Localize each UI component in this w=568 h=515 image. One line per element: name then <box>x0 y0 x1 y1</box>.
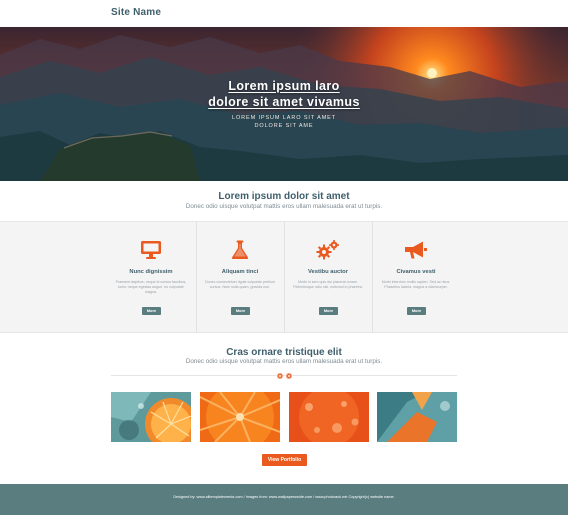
carousel-dot[interactable] <box>286 373 292 379</box>
feature-title: Nunc dignissim <box>129 269 173 275</box>
feature-text: Morbi interdum mollis sapien. Sed ac ris… <box>381 280 451 289</box>
feature-card: Civamus vesti Morbi interdum mollis sapi… <box>372 222 460 332</box>
more-button[interactable]: More <box>319 307 338 315</box>
view-portfolio-button[interactable]: View Portfolio <box>262 454 307 466</box>
site-name[interactable]: Site Name <box>111 7 161 18</box>
feature-title: Civamus vesti <box>396 269 436 275</box>
portfolio-heading: Cras ornare tristique elit <box>226 347 342 358</box>
more-button[interactable]: More <box>231 307 250 315</box>
intro-subheading: Donec odio uisque volutpat mattis eros u… <box>185 203 383 210</box>
portfolio-thumbnail[interactable] <box>200 392 280 442</box>
top-navigation-bar: Site Name <box>0 0 568 27</box>
feature-text: Donec consectetuer ligula vulputate pret… <box>205 280 275 289</box>
hero-title-line-2: dolore sit amet vivamus <box>208 95 360 109</box>
feature-title: Aliquam tinci <box>221 269 259 275</box>
megaphone-icon <box>372 240 460 265</box>
carousel-dot[interactable] <box>277 373 283 379</box>
feature-text: Morbi in sem quis dui placerat ornare. P… <box>293 280 363 289</box>
hero-subtitle-line-2: DOLORE SIT AME <box>254 123 314 129</box>
feature-title: Vestibu auctor <box>308 269 348 275</box>
monitor-icon <box>107 240 195 265</box>
flask-icon <box>196 240 284 265</box>
intro-heading: Lorem ipsum dolor sit amet <box>218 191 350 202</box>
features-section: Nunc dignissim Praesent dapibus, neque i… <box>0 221 568 333</box>
portfolio-thumbnail[interactable] <box>111 392 191 442</box>
feature-card: Vestibu auctor Morbi in sem quis dui pla… <box>284 222 372 332</box>
portfolio-thumbnail[interactable] <box>377 392 457 442</box>
hero-title-line-1: Lorem ipsum laro <box>228 79 340 93</box>
gears-icon <box>284 240 372 265</box>
portfolio-thumbnail[interactable] <box>289 392 369 442</box>
hero-banner: Lorem ipsum laro dolore sit amet vivamus… <box>0 27 568 181</box>
feature-card: Nunc dignissim Praesent dapibus, neque i… <box>107 222 195 332</box>
portfolio-subheading: Donec odio uisque volutpat mattis eros u… <box>185 358 383 365</box>
footer-credits: Designed by: www.alltemplateneeds.com / … <box>173 495 395 499</box>
footer: Designed by: www.alltemplateneeds.com / … <box>0 484 568 515</box>
more-button[interactable]: More <box>142 307 161 315</box>
feature-text: Praesent dapibus, neque id cursus faucib… <box>115 280 187 294</box>
feature-card: Aliquam tinci Donec consectetuer ligula … <box>196 222 284 332</box>
more-button[interactable]: More <box>407 307 426 315</box>
portfolio-divider <box>111 375 457 376</box>
hero-subtitle-line-1: LOREM IPSUM LARO SIT AMET <box>232 115 336 121</box>
